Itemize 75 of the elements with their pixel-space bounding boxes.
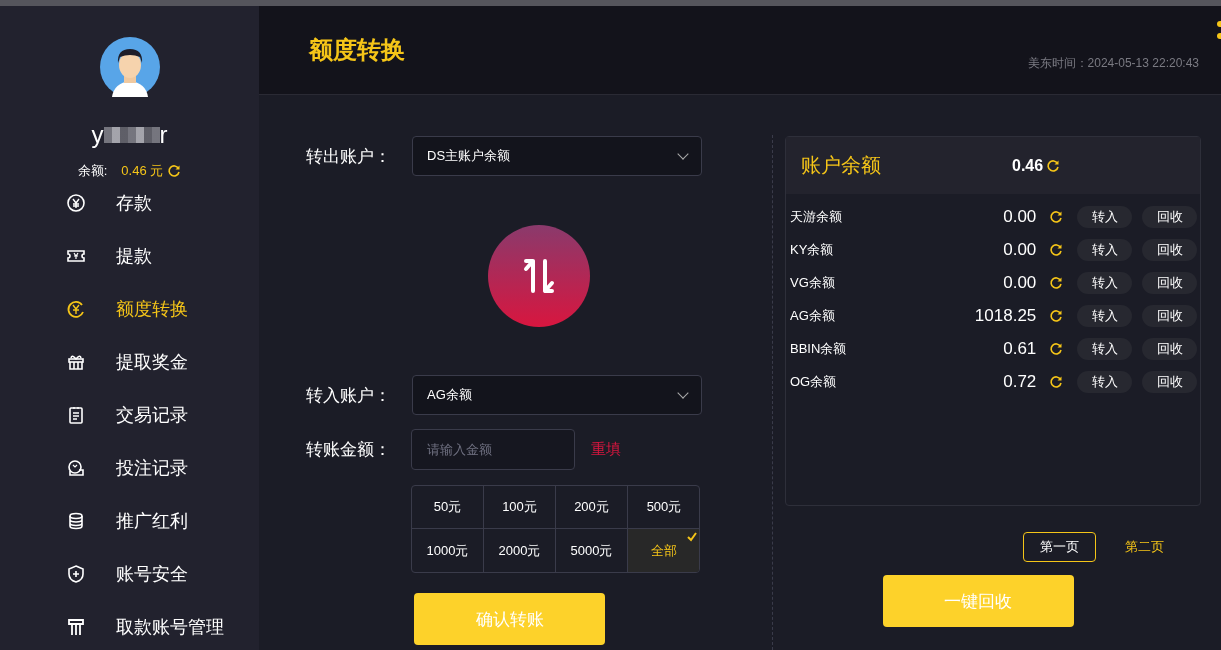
refresh-icon[interactable] bbox=[1049, 308, 1064, 323]
account-name: VG余额 bbox=[790, 273, 836, 292]
check-icon bbox=[686, 531, 698, 543]
balance-label: 余额: bbox=[77, 162, 108, 180]
refresh-icon[interactable] bbox=[1046, 158, 1061, 173]
refresh-icon[interactable] bbox=[1049, 209, 1064, 224]
menu-item[interactable]: 额度转换 bbox=[66, 294, 259, 324]
balance-amount: 0.00 bbox=[1002, 206, 1037, 227]
amount-option[interactable]: 全部 bbox=[628, 529, 699, 572]
account-name: OG余额 bbox=[790, 372, 838, 391]
amount-option[interactable]: 1000元 bbox=[412, 529, 484, 572]
bank-icon bbox=[66, 617, 86, 637]
refresh-icon[interactable] bbox=[167, 164, 182, 178]
account-name: AG余额 bbox=[790, 306, 836, 325]
recover-button[interactable]: 回收 bbox=[1142, 337, 1197, 360]
balance-amount: 0.00 bbox=[1002, 239, 1037, 260]
amount-option[interactable]: 200元 bbox=[556, 486, 628, 529]
select-field[interactable]: AG余额 bbox=[412, 375, 702, 415]
refresh-icon[interactable] bbox=[1049, 341, 1064, 356]
refresh-icon[interactable] bbox=[1049, 374, 1064, 389]
yen-cycle-icon bbox=[66, 299, 86, 319]
total-balance: 0.46 bbox=[1012, 156, 1044, 175]
refresh-icon[interactable] bbox=[1049, 275, 1064, 290]
balance-amount: 0.72 bbox=[1002, 371, 1037, 392]
menu-item[interactable]: 存款 bbox=[66, 188, 259, 218]
redaction-mosaic bbox=[103, 127, 160, 143]
page-button[interactable]: 第一页 bbox=[1023, 532, 1096, 562]
recover-button[interactable]: 回收 bbox=[1142, 304, 1197, 327]
transfer-in-button[interactable]: 转入 bbox=[1077, 304, 1133, 327]
yen-coin-icon bbox=[66, 193, 86, 213]
swap-icon[interactable] bbox=[488, 224, 590, 327]
select-field[interactable]: DS主账户余额 bbox=[412, 136, 702, 176]
menu-item[interactable]: 推广红利 bbox=[66, 506, 259, 536]
page-title: 额度转换 bbox=[309, 35, 405, 65]
account-name: KY余额 bbox=[790, 240, 835, 259]
username-text: y bbox=[91, 121, 104, 149]
transfer-in-button[interactable]: 转入 bbox=[1077, 271, 1133, 294]
balance-value: 0.46 元 bbox=[121, 162, 164, 180]
recover-button[interactable]: 回收 bbox=[1142, 370, 1197, 393]
page-button[interactable]: 第二页 bbox=[1108, 532, 1181, 562]
account-name: 天游余额 bbox=[790, 207, 843, 226]
refresh-icon[interactable] bbox=[1049, 242, 1064, 257]
recover-button[interactable]: 回收 bbox=[1142, 238, 1197, 261]
balance-amount: 1018.25 bbox=[973, 305, 1037, 326]
balance-amount: 0.00 bbox=[1002, 272, 1037, 293]
transfer-in-button[interactable]: 转入 bbox=[1077, 370, 1133, 393]
amount-option[interactable]: 50元 bbox=[412, 486, 484, 529]
transfer-in-button[interactable]: 转入 bbox=[1077, 337, 1133, 360]
field-label: 转账金额： bbox=[306, 439, 392, 461]
panel-title: 账户余额 bbox=[801, 153, 882, 178]
transfer-in-button[interactable]: 转入 bbox=[1077, 238, 1133, 261]
time-text: 美东时间：2024-05-13 22:20:43 bbox=[1027, 55, 1199, 72]
balance-amount: 0.61 bbox=[1002, 338, 1037, 359]
field-label: 转出账户： bbox=[306, 145, 392, 168]
edge-icon bbox=[1215, 20, 1221, 42]
avatar bbox=[99, 37, 160, 97]
menu-item[interactable]: 投注记录 bbox=[66, 453, 259, 483]
account-name: BBIN余额 bbox=[790, 339, 848, 358]
amount-field[interactable]: 请输入金额 bbox=[411, 429, 575, 470]
menu-item[interactable]: 取款账号管理 bbox=[66, 612, 259, 642]
gift-icon bbox=[66, 352, 86, 372]
amount-option[interactable]: 100元 bbox=[484, 486, 556, 529]
menu-item[interactable]: 提款 bbox=[66, 241, 259, 271]
shield-icon bbox=[66, 564, 86, 584]
field-label: 转入账户： bbox=[306, 384, 392, 407]
coin-stack-icon bbox=[66, 511, 86, 531]
menu-item[interactable]: 交易记录 bbox=[66, 400, 259, 430]
transfer-in-button[interactable]: 转入 bbox=[1077, 205, 1133, 228]
username-text: r bbox=[159, 121, 168, 149]
recover-button[interactable]: 回收 bbox=[1142, 205, 1197, 228]
amount-option[interactable]: 2000元 bbox=[484, 529, 556, 572]
menu-item[interactable]: 提取奖金 bbox=[66, 347, 259, 377]
menu-item[interactable]: 账号安全 bbox=[66, 559, 259, 589]
clipboard-icon bbox=[66, 405, 86, 425]
recover-button[interactable]: 回收 bbox=[1142, 271, 1197, 294]
